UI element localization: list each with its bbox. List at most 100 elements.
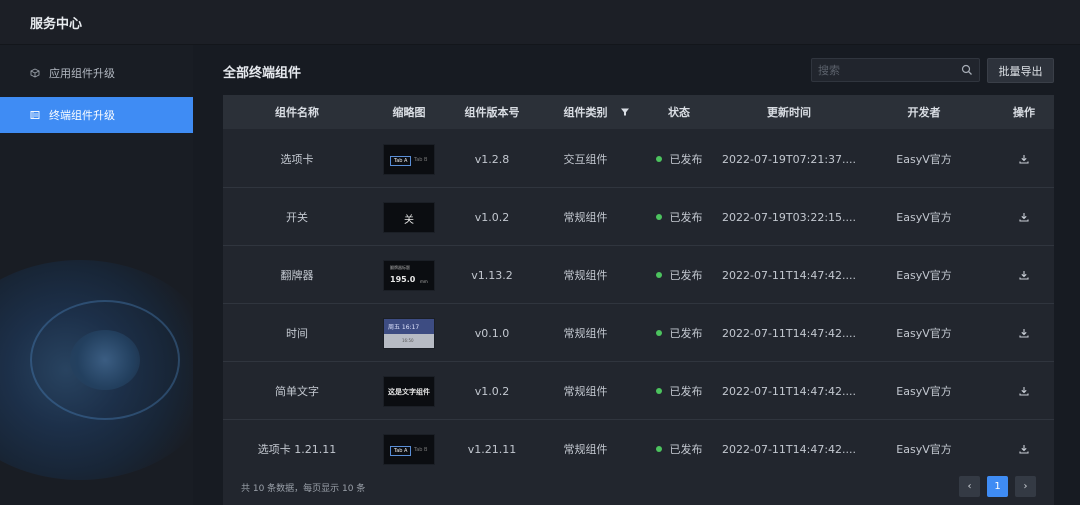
page-button-current[interactable]: 1 [987,476,1008,497]
thumb-text: 195.0 [390,274,416,284]
sidebar-item-app-components[interactable]: 应用组件升级 [0,55,193,91]
cell-status: 已发布 [634,304,724,362]
cell-developer: EasyV官方 [896,385,952,398]
cell-status: 已发布 [634,246,724,304]
status-text: 已发布 [669,385,703,398]
download-icon[interactable] [1018,211,1030,223]
cell-thumbnail: 关 [371,188,447,246]
cell-developer: EasyV官方 [896,327,952,340]
component-thumbnail: 关 [383,201,435,233]
cell-status: 已发布 [634,362,724,420]
main-content: 全部终端组件 批量导出 组件名称 缩略图 组件版本号 组件类别 状态 更新时间 … [193,45,1080,505]
cell-category: 交互组件 [563,153,608,166]
thumb-text: Tab A [390,155,412,166]
top-bar: 服务中心 [0,0,1080,45]
table-header: 组件名称 缩略图 组件版本号 组件类别 状态 更新时间 开发者 操作 [223,95,1054,129]
pagination-summary: 共 10 条数据，每页显示 10 条 [241,484,366,494]
cell-name: 简单文字 [275,385,319,398]
cell-thumbnail: 周五 16:17 16:50 [371,304,447,362]
table-row: 翻牌器 翻牌器标题 195.0 mm v1.13.2 常规组件 已发布 2022-… [223,246,1054,304]
cell-thumbnail: Tab A Tab B [371,130,447,188]
thumb-text: 这是文字组件 [388,387,430,396]
download-icon[interactable] [1018,269,1030,281]
table-row: 时间 周五 16:17 16:50 v0.1.0 常规组件 已发布 2022-07… [223,304,1054,362]
cell-developer: EasyV官方 [896,211,952,224]
thumb-text: Tab B [414,446,428,453]
status-dot [655,388,662,394]
status-dot [655,330,662,336]
filter-icon[interactable] [620,107,630,117]
cell-updated: 2022-07-11T14:47:42.... [721,326,857,340]
cell-name: 时间 [286,327,308,340]
cell-updated: 2022-07-11T14:47:42.... [721,268,857,282]
component-thumbnail: Tab A Tab B [383,433,435,465]
next-page-button[interactable]: › [1015,476,1036,497]
app-title: 服务中心 [30,16,83,32]
table-row: 选项卡 Tab A Tab B v1.2.8 交互组件 已发布 2022-07-1… [223,130,1054,188]
search-input[interactable] [818,63,961,77]
status-dot [655,272,662,278]
search-box[interactable] [811,58,980,82]
download-icon[interactable] [1018,153,1030,165]
column-header-name: 组件名称 [275,106,319,119]
component-thumbnail: 翻牌器标题 195.0 mm [383,259,435,291]
cell-developer: EasyV官方 [896,153,952,166]
prev-page-button[interactable]: ‹ [959,476,980,497]
batch-export-button[interactable]: 批量导出 [987,58,1054,83]
cell-updated: 2022-07-11T14:47:42.... [721,384,857,398]
status-text: 已发布 [669,443,703,456]
cell-version: v1.0.2 [474,384,510,398]
cell-thumbnail: 这是文字组件 [371,362,447,420]
status-dot [655,214,662,220]
cell-updated: 2022-07-19T03:22:15.... [721,210,857,224]
cell-actions [994,188,1054,246]
sidebar-item-label: 应用组件升级 [49,67,115,80]
table-footer: 共 10 条数据，每页显示 10 条 ‹ 1 › [223,467,1054,505]
download-icon[interactable] [1018,385,1030,397]
download-icon[interactable] [1018,327,1030,339]
component-thumbnail: 这是文字组件 [383,375,435,407]
thumb-text: 16:50 [402,337,414,343]
status-text: 已发布 [669,269,703,282]
cell-status: 已发布 [634,188,724,246]
cell-actions [994,246,1054,304]
cell-version: v0.1.0 [474,326,510,340]
cell-version: v1.2.8 [474,152,510,166]
sidebar-item-terminal-components[interactable]: 终端组件升级 [0,97,193,133]
cube-icon [30,68,40,78]
status-text: 已发布 [669,327,703,340]
cell-category: 常规组件 [563,269,608,282]
cell-developer: EasyV官方 [896,269,952,282]
column-header-thumbnail: 缩略图 [392,106,426,119]
cell-version: v1.0.2 [474,210,510,224]
cell-category: 常规组件 [563,327,608,340]
column-header-status: 状态 [668,106,690,119]
thumb-text: Tab A [390,445,412,456]
status-dot [655,446,662,452]
sidebar-item-label: 终端组件升级 [49,109,115,122]
cell-actions [994,362,1054,420]
cell-category: 常规组件 [563,211,608,224]
table-row: 开关 关 v1.0.2 常规组件 已发布 2022-07-19T03:22:15.… [223,188,1054,246]
components-table: 组件名称 缩略图 组件版本号 组件类别 状态 更新时间 开发者 操作 选项卡 T… [223,95,1054,505]
thumb-text: 关 [404,214,414,226]
status-dot [655,156,662,162]
cell-status: 已发布 [634,130,724,188]
cell-name: 选项卡 [280,153,314,166]
cell-updated: 2022-07-19T07:21:37.... [721,152,857,166]
sidebar: 应用组件升级 终端组件升级 [0,45,193,505]
download-icon[interactable] [1018,443,1030,455]
thumb-text: 翻牌器标题 [390,264,410,270]
column-header-developer: 开发者 [907,106,941,119]
list-icon [30,111,40,119]
cell-actions [994,304,1054,362]
search-icon[interactable] [961,64,973,76]
column-header-version: 组件版本号 [464,106,520,119]
cell-actions [994,130,1054,188]
cell-version: v1.13.2 [471,268,513,282]
page-title: 全部终端组件 [223,66,302,81]
status-text: 已发布 [669,153,703,166]
table-row: 简单文字 这是文字组件 v1.0.2 常规组件 已发布 2022-07-11T14… [223,362,1054,420]
cell-name: 翻牌器 [280,269,314,282]
cell-name: 开关 [286,211,308,224]
